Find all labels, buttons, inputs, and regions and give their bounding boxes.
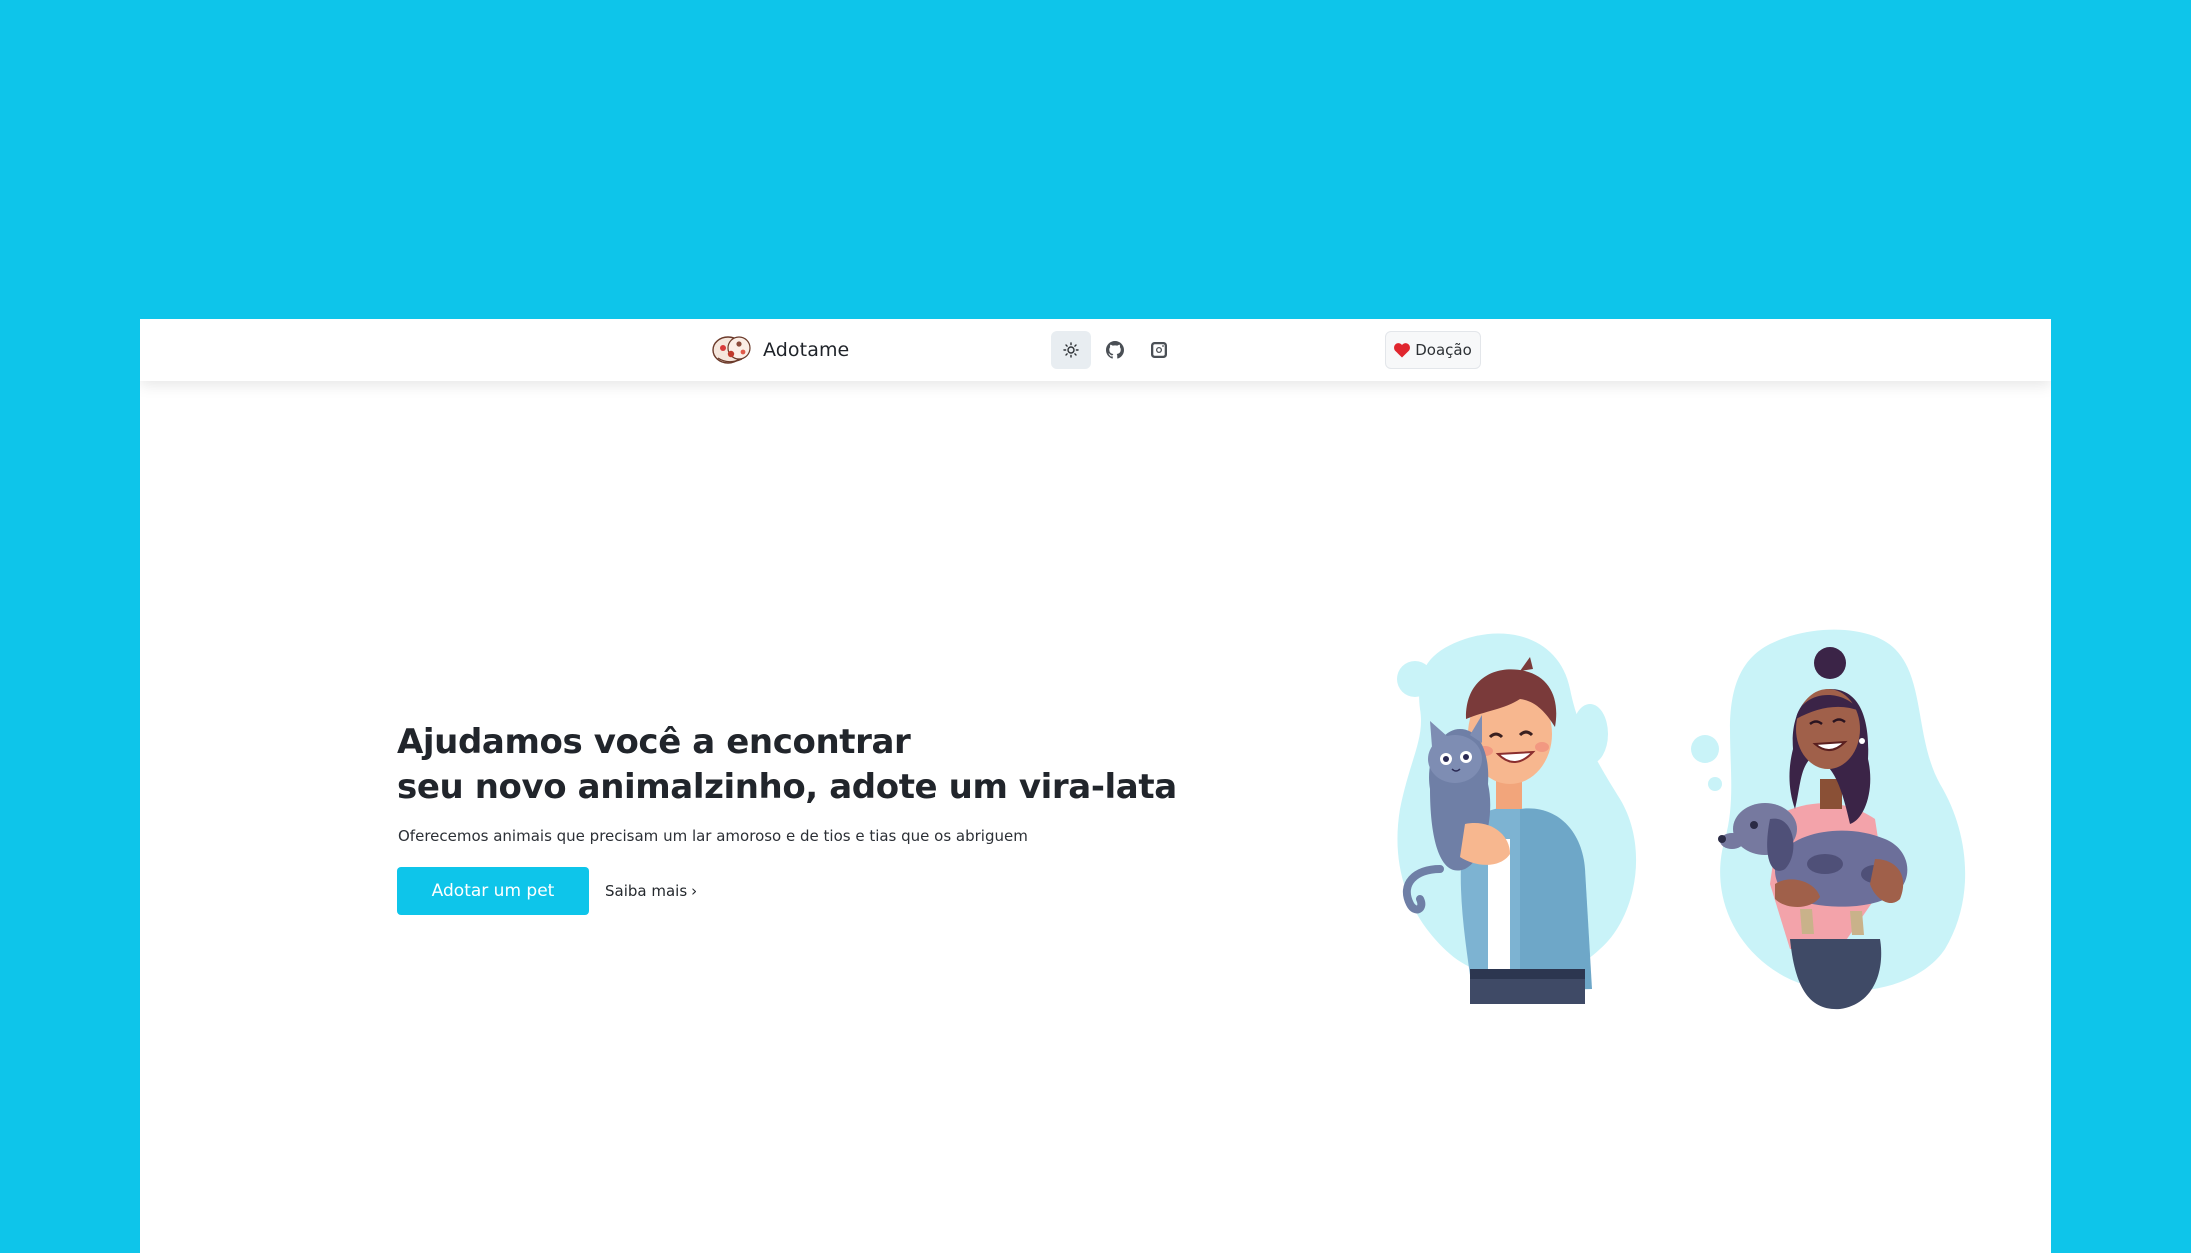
hero-subtitle: Oferecemos animais que precisam um lar a… bbox=[398, 827, 1028, 845]
hero-title-line-1: Ajudamos você a encontrar bbox=[397, 722, 911, 762]
theme-toggle-button[interactable] bbox=[1051, 331, 1091, 369]
sun-icon bbox=[1063, 342, 1079, 358]
hero-title-line-2: seu novo animalzinho, adote um vira-lata bbox=[397, 767, 1177, 807]
hero-title: Ajudamos você a encontrar seu novo anima… bbox=[397, 720, 1177, 810]
adopt-pet-button[interactable]: Adotar um pet bbox=[397, 867, 589, 915]
brand-link[interactable]: Adotame bbox=[712, 332, 849, 368]
instagram-icon bbox=[1151, 342, 1167, 358]
heart-icon bbox=[1394, 342, 1411, 357]
learn-more-label: Saiba mais bbox=[605, 882, 688, 900]
browser-window: Adotame Doação Ajudamos você a encontrar… bbox=[140, 319, 2051, 1253]
instagram-link[interactable] bbox=[1139, 331, 1179, 369]
chevron-right-icon: › bbox=[691, 882, 698, 900]
donate-button[interactable]: Doação bbox=[1385, 331, 1481, 369]
people-holding-pets-illustration bbox=[1397, 629, 1966, 1010]
learn-more-link[interactable]: Saiba mais › bbox=[605, 879, 697, 903]
navbar: Adotame Doação bbox=[140, 319, 2051, 381]
github-icon bbox=[1106, 341, 1124, 359]
pets-logo-icon bbox=[712, 336, 751, 364]
brand-name: Adotame bbox=[763, 339, 850, 361]
github-link[interactable] bbox=[1095, 331, 1135, 369]
donate-label: Doação bbox=[1415, 341, 1472, 359]
